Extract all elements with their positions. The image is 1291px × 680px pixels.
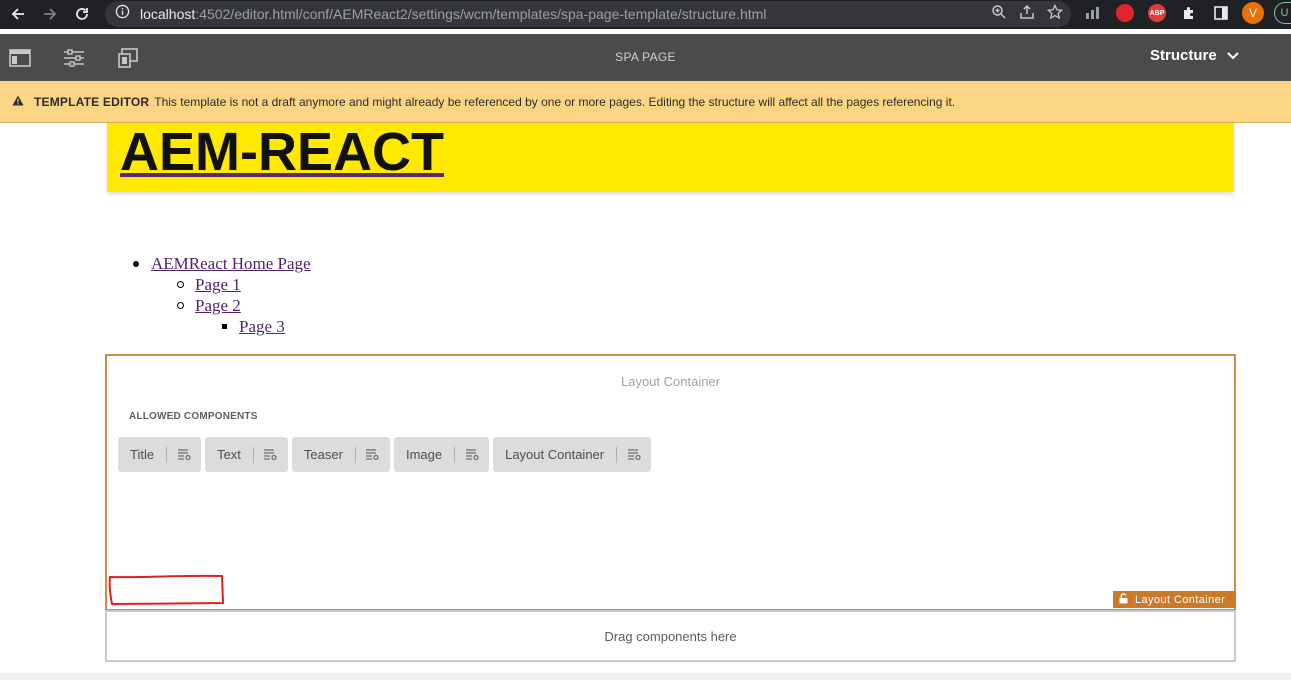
nav-item-page-3[interactable]: Page 3 — [239, 317, 285, 337]
alert-title: TEMPLATE EDITOR — [34, 94, 150, 109]
component-chip-label: Image — [405, 447, 443, 462]
badge-label: Layout Container — [1135, 593, 1226, 606]
nav-item-home[interactable]: AEMReact Home Page — [151, 254, 311, 274]
stop-extension-icon[interactable] — [1114, 2, 1136, 24]
unlock-icon — [1119, 592, 1128, 607]
allowed-components-list: Title Text Teaser Image Layout Container — [118, 437, 652, 472]
component-chip-label: Layout Container — [505, 447, 605, 462]
forward-icon[interactable] — [37, 1, 63, 27]
title-banner[interactable]: AEM-REACT — [107, 121, 1234, 192]
share-icon[interactable] — [1019, 4, 1035, 25]
red-annotation-box — [108, 574, 225, 606]
component-policy-icon[interactable] — [167, 449, 201, 460]
extensions-area: ABP V U — [1082, 2, 1291, 24]
layout-container-badge[interactable]: Layout Container — [1113, 591, 1236, 608]
page-name: SPA PAGE — [615, 50, 676, 64]
layout-container[interactable]: Layout Container ALLOWED COMPONENTS Titl… — [105, 354, 1236, 610]
nav-link-page-1[interactable]: Page 1 — [195, 275, 241, 294]
bullet-square — [222, 324, 227, 329]
mode-selector[interactable]: Structure — [1150, 47, 1239, 64]
zoom-icon[interactable] — [991, 4, 1007, 25]
url-text: localhost:4502/editor.html/conf/AEMReact… — [140, 6, 767, 22]
component-policy-icon[interactable] — [617, 449, 651, 460]
allowed-components-label: ALLOWED COMPONENTS — [129, 411, 258, 422]
horizontal-scrollbar[interactable] — [0, 673, 1291, 680]
site-info-icon[interactable] — [115, 4, 130, 24]
bullet-disc — [133, 261, 139, 267]
reload-icon[interactable] — [69, 1, 95, 27]
nav-link-home[interactable]: AEMReact Home Page — [151, 254, 311, 273]
layout-container-placeholder: Layout Container — [620, 374, 720, 389]
bookmark-star-icon[interactable] — [1046, 3, 1064, 25]
side-panel-icon[interactable] — [1210, 2, 1232, 24]
component-chip-layout-container[interactable]: Layout Container — [493, 437, 652, 472]
template-editor-alert: TEMPLATE EDITOR This template is not a d… — [0, 81, 1291, 123]
component-chip-image[interactable]: Image — [393, 437, 490, 472]
mode-label: Structure — [1150, 47, 1217, 64]
drag-components-zone[interactable]: Drag components here — [105, 610, 1236, 662]
adblock-extension-icon[interactable]: ABP — [1146, 2, 1168, 24]
chevron-down-icon — [1226, 47, 1239, 64]
component-chip-label: Title — [130, 447, 155, 462]
component-policy-icon[interactable] — [356, 449, 390, 460]
profile-chip[interactable]: U — [1274, 2, 1291, 24]
nav-item-page-2[interactable]: Page 2 — [195, 296, 241, 316]
chart-extension-icon[interactable] — [1082, 2, 1104, 24]
nav-link-page-3[interactable]: Page 3 — [239, 317, 285, 336]
component-chip-title[interactable]: Title — [118, 437, 202, 472]
component-chip-label: Text — [217, 447, 241, 462]
component-chip-text[interactable]: Text — [205, 437, 288, 472]
back-icon[interactable] — [5, 1, 31, 27]
nav-item-page-1[interactable]: Page 1 — [195, 275, 241, 295]
component-chip-teaser[interactable]: Teaser — [291, 437, 390, 472]
alert-message: This template is not a draft anymore and… — [154, 94, 956, 109]
component-chip-label: Teaser — [303, 447, 343, 462]
profile-avatar[interactable]: V — [1242, 2, 1264, 24]
warning-icon — [12, 95, 24, 109]
browser-toolbar: localhost:4502/editor.html/conf/AEMReact… — [0, 0, 1291, 29]
editor-toolbar: SPA PAGE Structure — [0, 34, 1291, 81]
bullet-circle — [177, 302, 184, 309]
site-title[interactable]: AEM-REACT — [120, 121, 444, 183]
component-policy-icon[interactable] — [455, 449, 489, 460]
nav-link-page-2[interactable]: Page 2 — [195, 296, 241, 315]
drop-zone-text: Drag components here — [604, 628, 737, 644]
component-policy-icon[interactable] — [254, 449, 288, 460]
bullet-circle — [177, 281, 184, 288]
puzzle-extensions-icon[interactable] — [1178, 2, 1200, 24]
address-bar[interactable]: localhost:4502/editor.html/conf/AEMReact… — [105, 1, 1071, 27]
